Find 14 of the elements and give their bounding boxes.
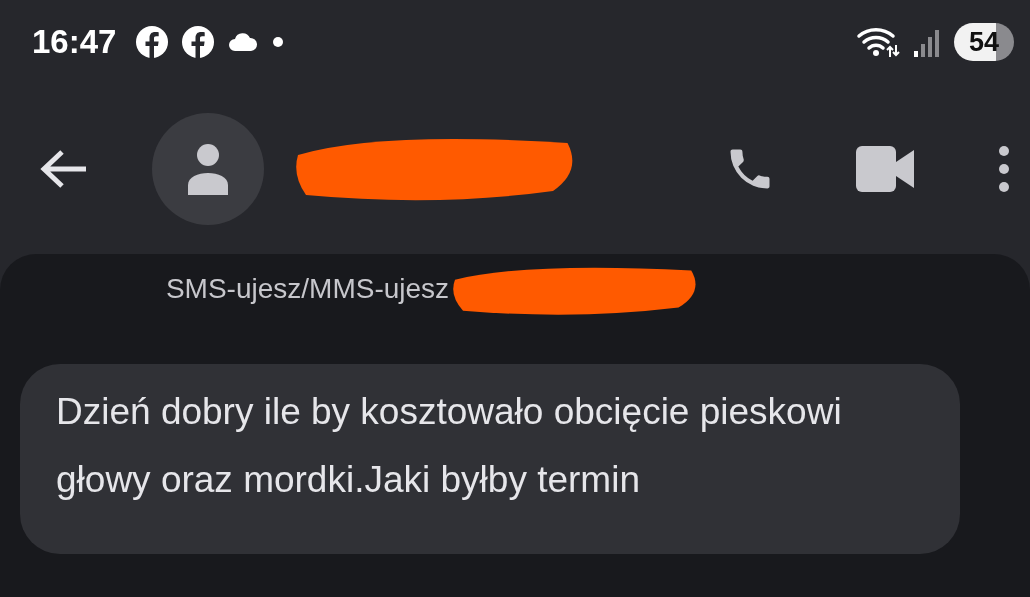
dot-icon [272,36,285,48]
back-arrow-icon[interactable] [40,149,88,189]
wifi-icon [856,25,900,59]
battery-level: 54 [954,23,1014,61]
more-options-icon[interactable] [998,145,1010,193]
person-icon [188,143,228,195]
facebook-icon [136,26,169,58]
message-text: Dzień dobry ile by kosztowało obcięcie pieskowi głowy oraz mordki.Jaki byłby termin [56,390,843,502]
messaging-mode-label: SMS-ujesz/MMS-ujesz [165,273,450,305]
video-camera-icon[interactable] [856,146,914,192]
facebook-icon [182,26,215,58]
status-time: 16:47 [32,23,117,61]
signal-icon [914,27,940,57]
cloud-icon [228,32,259,52]
